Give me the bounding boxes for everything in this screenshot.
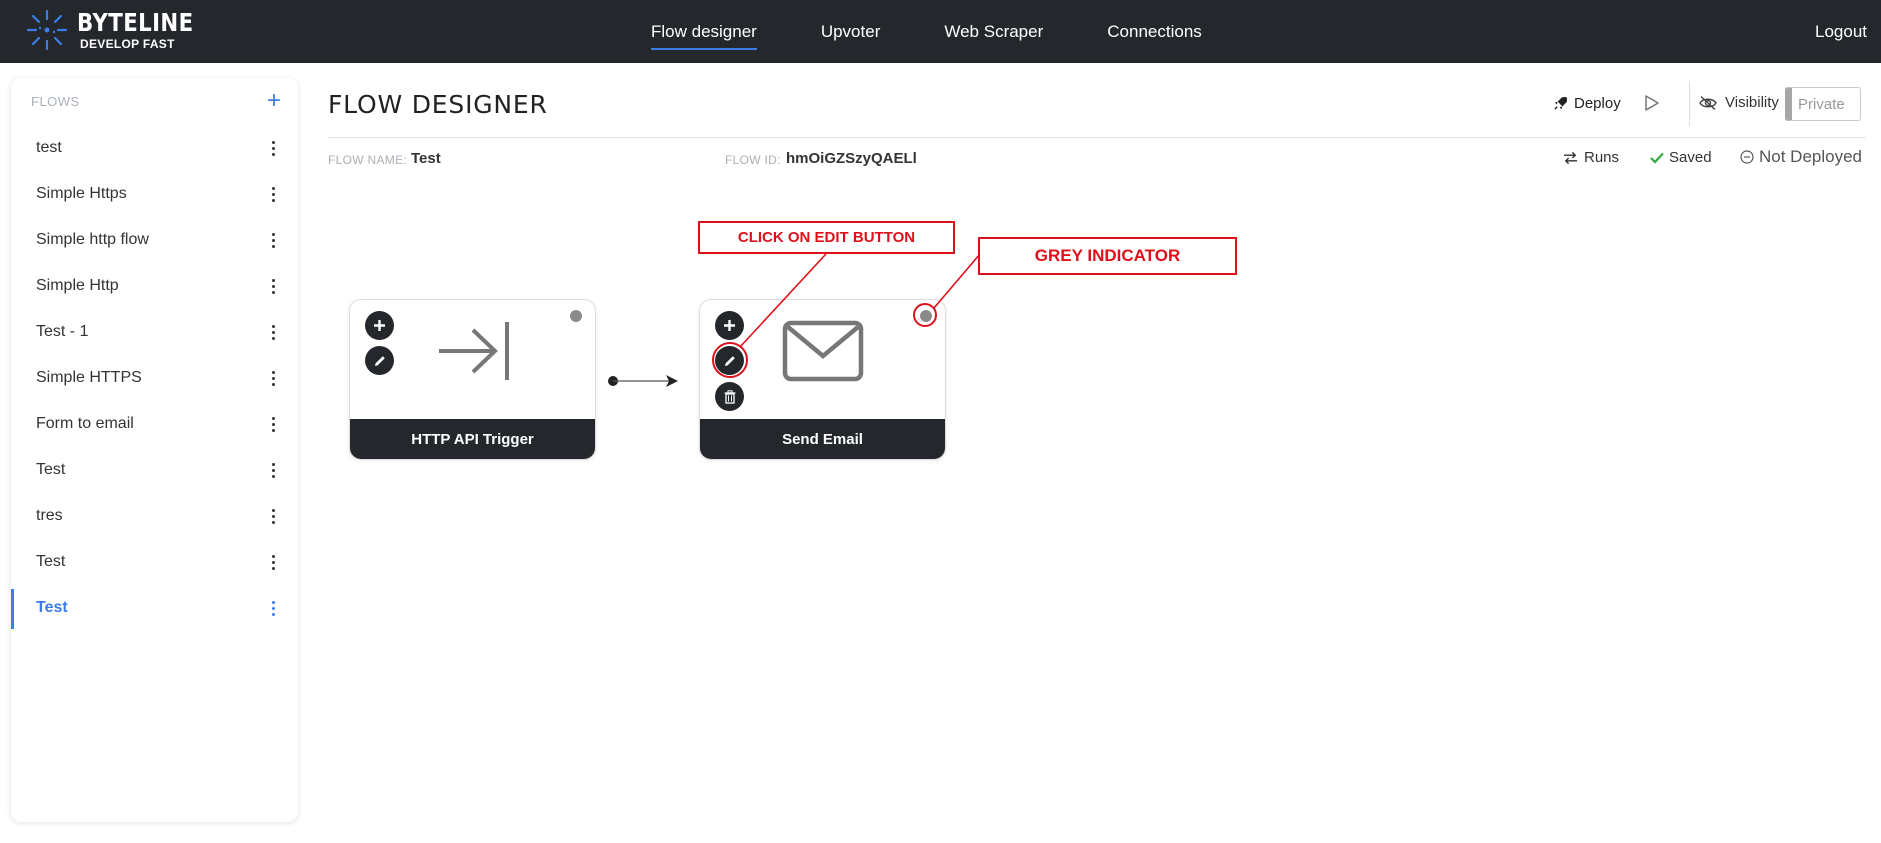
flows-sidebar: FLOWS + test Simple Https Simple http fl… [11,78,298,822]
pencil-icon [724,355,735,366]
header-rule [328,137,1866,138]
flow-list-item[interactable]: Simple http flow [11,217,298,263]
kebab-menu-icon[interactable] [269,135,278,162]
nav-web-scraper[interactable]: Web Scraper [944,0,1043,63]
kebab-menu-icon[interactable] [269,227,278,254]
kebab-menu-icon[interactable] [269,457,278,484]
nav-connections[interactable]: Connections [1107,0,1202,63]
kebab-menu-icon[interactable] [269,181,278,208]
check-icon [1650,152,1664,164]
edit-step-button[interactable] [715,346,744,375]
flow-item-label: Form to email [36,415,134,432]
page-title: FLOW DESIGNER [328,90,548,119]
status-indicator [570,310,582,322]
flow-item-label: Test - 1 [36,323,89,340]
trash-icon [724,389,735,404]
flow-list-item[interactable]: Simple Http [11,263,298,309]
flow-name-value: Test [411,150,441,167]
logout-link[interactable]: Logout [1815,0,1867,63]
logo-title: BYTELINE [77,7,194,37]
byteline-logo[interactable]: BYTELINE DEVELOP FAST [25,8,214,52]
nav-flow-designer[interactable]: Flow designer [651,0,757,63]
visibility-label: Visibility [1725,94,1779,111]
deploy-status-label: Not Deployed [1759,147,1863,166]
annotation-indicator-hint: GREY INDICATOR [978,237,1237,275]
flow-list-item[interactable]: Test [11,447,298,493]
run-play-button[interactable] [1644,94,1660,117]
eye-slash-icon [1699,95,1717,110]
byteline-logo-icon [26,9,68,51]
header-divider [1689,81,1690,126]
kebab-menu-icon[interactable] [269,273,278,300]
kebab-menu-icon[interactable] [269,411,278,438]
plus-icon [724,320,735,331]
flow-id-value: hmOiGZSzyQAELl [786,150,917,167]
flow-item-label: tres [36,507,63,524]
flow-item-label: Test [36,461,66,478]
nav-upvoter[interactable]: Upvoter [821,0,881,63]
flow-list-item[interactable]: Simple HTTPS [11,355,298,401]
flow-item-label: Simple Http [36,277,119,294]
top-navbar: BYTELINE DEVELOP FAST Flow designer Upvo… [0,0,1881,63]
flow-name-label: FLOW NAME: [328,153,408,167]
flows-header: FLOWS [31,94,80,109]
node-connector-arrow [608,375,678,387]
add-step-button[interactable] [715,311,744,340]
envelope-icon [782,320,864,382]
flow-list-item[interactable]: test [11,125,298,171]
saved-status: Saved [1650,149,1712,166]
swap-arrows-icon [1563,151,1578,164]
flow-list-item[interactable]: Simple Https [11,171,298,217]
flow-item-label: Simple http flow [36,231,149,248]
kebab-menu-icon[interactable] [269,549,278,576]
delete-step-button[interactable] [715,382,744,411]
flow-item-label: test [36,139,62,156]
flow-list-item-active[interactable]: Test [11,585,298,631]
logo-subtitle: DEVELOP FAST [80,36,175,51]
deploy-button[interactable]: Deploy [1553,95,1621,112]
annotation-edit-hint: CLICK ON EDIT BUTTON [698,221,955,254]
node-http-api-trigger[interactable]: HTTP API Trigger [349,299,596,460]
private-toggle[interactable]: Private [1785,87,1861,121]
arrow-to-bar-icon [439,322,509,380]
saved-label: Saved [1669,149,1712,166]
add-step-button[interactable] [365,311,394,340]
flow-list-item[interactable]: Form to email [11,401,298,447]
node-title: Send Email [700,419,945,459]
flow-item-label: Test [36,553,66,570]
plus-icon [374,320,385,331]
runs-label: Runs [1584,149,1620,166]
main-nav: Flow designer Upvoter Web Scraper Connec… [651,0,1266,63]
kebab-menu-icon[interactable] [269,503,278,530]
flow-list-item[interactable]: Test - 1 [11,309,298,355]
minus-circle-icon [1740,150,1754,164]
flow-list-item[interactable]: tres [11,493,298,539]
flow-list-item[interactable]: Test [11,539,298,585]
play-icon [1645,95,1659,111]
kebab-menu-icon[interactable] [269,595,278,622]
flow-id-label: FLOW ID: [725,153,781,167]
flow-item-label: Simple HTTPS [36,369,142,386]
pencil-icon [374,355,385,366]
flow-item-label: Simple Https [36,185,127,202]
node-send-email[interactable]: Send Email [699,299,946,460]
kebab-menu-icon[interactable] [269,365,278,392]
status-indicator [920,310,932,322]
plus-icon[interactable]: + [267,87,281,115]
edit-step-button[interactable] [365,346,394,375]
runs-button[interactable]: Runs [1563,149,1619,166]
flow-item-label: Test [36,599,68,616]
node-title: HTTP API Trigger [350,419,595,459]
deploy-label: Deploy [1574,95,1621,112]
deploy-status: Not Deployed [1740,147,1862,167]
flow-list: test Simple Https Simple http flow Simpl… [11,125,298,631]
rocket-icon [1554,96,1568,110]
visibility-control: Visibility [1698,94,1779,111]
kebab-menu-icon[interactable] [269,319,278,346]
